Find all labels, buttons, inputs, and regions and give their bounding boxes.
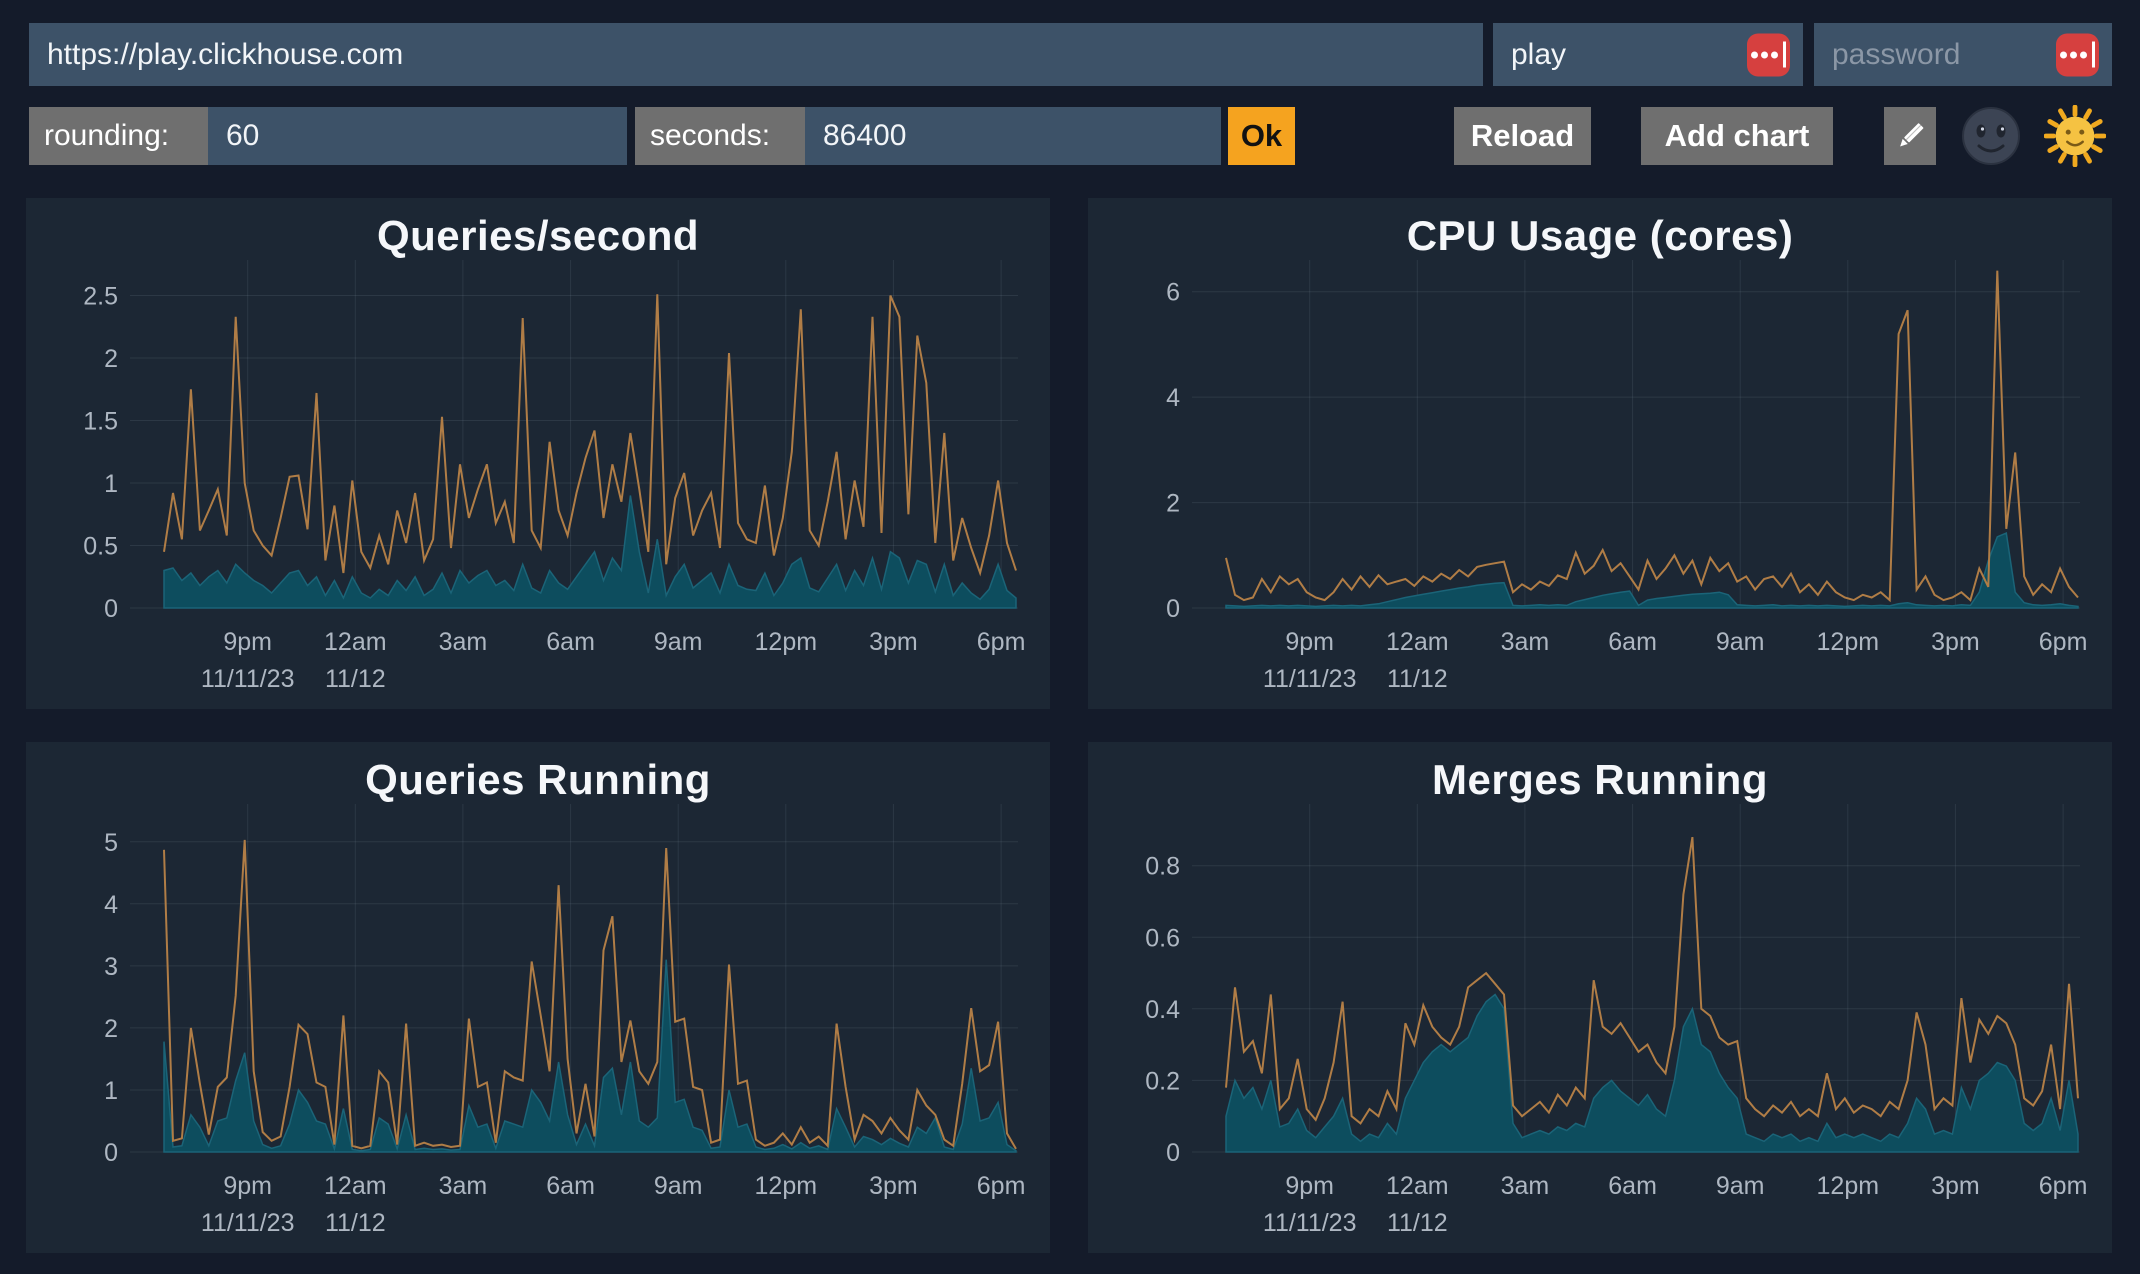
svg-text:12am: 12am bbox=[1386, 628, 1449, 656]
svg-text:6pm: 6pm bbox=[2039, 628, 2088, 656]
svg-text:9pm: 9pm bbox=[223, 1172, 272, 1200]
svg-text:3pm: 3pm bbox=[1931, 1172, 1980, 1200]
merges-running-chart[interactable]: 0 0.2 0.4 0.6 0.8 9pm 11/11/23 12am 11/12 3am 6am 9… bbox=[1088, 742, 2112, 1253]
cpu-usage-chart[interactable]: 0 2 4 6 9pm 11/11/23 12am 11/12 3am 6am 9am 12pm 3pm… bbox=[1088, 198, 2112, 709]
svg-text:6am: 6am bbox=[546, 628, 595, 656]
dot-icon bbox=[2080, 51, 2087, 58]
svg-text:9am: 9am bbox=[1716, 1172, 1765, 1200]
password-manager-autofill-icon[interactable] bbox=[1747, 33, 1790, 76]
svg-text:2: 2 bbox=[104, 1015, 118, 1043]
svg-text:3am: 3am bbox=[439, 628, 488, 656]
svg-text:6pm: 6pm bbox=[977, 1172, 1026, 1200]
user-field bbox=[1493, 23, 1803, 86]
svg-text:5: 5 bbox=[104, 829, 118, 857]
dot-icon bbox=[2060, 51, 2067, 58]
svg-text:0.2: 0.2 bbox=[1145, 1067, 1180, 1095]
svg-text:0.4: 0.4 bbox=[1145, 996, 1180, 1024]
svg-text:0: 0 bbox=[104, 1139, 118, 1167]
dot-icon bbox=[1751, 51, 1758, 58]
svg-text:11/11/23: 11/11/23 bbox=[201, 665, 295, 693]
light-theme-toggle[interactable] bbox=[2044, 105, 2106, 167]
svg-text:6pm: 6pm bbox=[2039, 1172, 2088, 1200]
dot-icon bbox=[2070, 51, 2077, 58]
svg-text:1.5: 1.5 bbox=[83, 408, 118, 436]
seconds-label: seconds: bbox=[635, 107, 805, 165]
sun-with-face-icon bbox=[2044, 105, 2106, 167]
chart-panel-cpu-usage: CPU Usage (cores) 02469pm11/11/2312am11/… bbox=[1088, 198, 2112, 709]
svg-text:3am: 3am bbox=[439, 1172, 488, 1200]
add-chart-button[interactable]: Add chart bbox=[1641, 107, 1833, 165]
svg-text:6pm: 6pm bbox=[977, 628, 1026, 656]
queries-per-second-chart[interactable]: 0 0.5 1 1.5 2 2.5 9pm 11/11/23 12am 11/12 3am 6am 9a… bbox=[26, 198, 1050, 709]
edit-dashboard-button[interactable] bbox=[1884, 107, 1936, 165]
svg-text:11/12: 11/12 bbox=[325, 665, 386, 693]
svg-text:0.8: 0.8 bbox=[1145, 853, 1180, 881]
reload-button[interactable]: Reload bbox=[1454, 107, 1591, 165]
queries-running-chart[interactable]: 0 1 2 3 4 5 9pm 11/11/23 12am 11/12 3am 6am 9am 12pm 3… bbox=[26, 742, 1050, 1253]
svg-text:3am: 3am bbox=[1501, 628, 1550, 656]
svg-text:0.6: 0.6 bbox=[1145, 924, 1180, 952]
chart-panel-queries-running: Queries Running 0123459pm11/11/2312am11/… bbox=[26, 742, 1050, 1253]
svg-text:1: 1 bbox=[104, 470, 118, 498]
svg-text:11/12: 11/12 bbox=[325, 1209, 386, 1237]
svg-text:12pm: 12pm bbox=[1817, 628, 1880, 656]
svg-text:9pm: 9pm bbox=[223, 628, 272, 656]
caret-icon bbox=[2092, 42, 2095, 68]
svg-text:3am: 3am bbox=[1501, 1172, 1550, 1200]
url-input[interactable] bbox=[29, 23, 1483, 86]
svg-text:9am: 9am bbox=[654, 628, 703, 656]
svg-text:6am: 6am bbox=[1608, 628, 1657, 656]
password-field bbox=[1814, 23, 2112, 86]
svg-text:0.5: 0.5 bbox=[83, 533, 118, 561]
chart-panel-merges-running: Merges Running 00.20.40.60.89pm11/11/231… bbox=[1088, 742, 2112, 1253]
dot-icon bbox=[1761, 51, 1768, 58]
pencil-icon bbox=[1892, 118, 1928, 154]
dark-theme-toggle[interactable] bbox=[1961, 106, 2021, 166]
svg-text:6: 6 bbox=[1166, 279, 1180, 307]
svg-text:1: 1 bbox=[104, 1077, 118, 1105]
url-field bbox=[29, 23, 1483, 86]
rounding-input[interactable] bbox=[208, 107, 627, 165]
svg-text:9pm: 9pm bbox=[1285, 1172, 1334, 1200]
svg-text:3: 3 bbox=[104, 953, 118, 981]
svg-text:0: 0 bbox=[1166, 1139, 1180, 1167]
svg-text:12pm: 12pm bbox=[1817, 1172, 1880, 1200]
svg-text:4: 4 bbox=[104, 891, 118, 919]
svg-text:11/11/23: 11/11/23 bbox=[201, 1209, 295, 1237]
svg-text:11/12: 11/12 bbox=[1387, 665, 1448, 693]
svg-text:9am: 9am bbox=[1716, 628, 1765, 656]
svg-text:12am: 12am bbox=[324, 1172, 387, 1200]
svg-text:2.5: 2.5 bbox=[83, 283, 118, 311]
svg-text:4: 4 bbox=[1166, 384, 1180, 412]
clickhouse-dashboard: { "toolbar": { "url": { "value": "https:… bbox=[0, 0, 2140, 1274]
svg-text:12am: 12am bbox=[1386, 1172, 1449, 1200]
svg-text:12pm: 12pm bbox=[755, 628, 818, 656]
svg-text:6am: 6am bbox=[1608, 1172, 1657, 1200]
svg-text:2: 2 bbox=[104, 345, 118, 373]
svg-text:12pm: 12pm bbox=[755, 1172, 818, 1200]
svg-text:12am: 12am bbox=[324, 628, 387, 656]
svg-text:3pm: 3pm bbox=[869, 628, 918, 656]
svg-text:9am: 9am bbox=[654, 1172, 703, 1200]
new-moon-face-icon bbox=[1961, 106, 2021, 166]
svg-text:9pm: 9pm bbox=[1285, 628, 1334, 656]
svg-text:3pm: 3pm bbox=[869, 1172, 918, 1200]
caret-icon bbox=[1783, 42, 1786, 68]
svg-text:6am: 6am bbox=[546, 1172, 595, 1200]
seconds-input[interactable] bbox=[805, 107, 1221, 165]
svg-text:0: 0 bbox=[104, 595, 118, 623]
svg-text:11/12: 11/12 bbox=[1387, 1209, 1448, 1237]
svg-text:0: 0 bbox=[1166, 595, 1180, 623]
chart-panel-queries-per-second: Queries/second 00.511.522.59pm11/11/2312… bbox=[26, 198, 1050, 709]
svg-text:11/11/23: 11/11/23 bbox=[1263, 1209, 1357, 1237]
svg-text:11/11/23: 11/11/23 bbox=[1263, 665, 1357, 693]
password-manager-autofill-icon[interactable] bbox=[2056, 33, 2099, 76]
svg-text:3pm: 3pm bbox=[1931, 628, 1980, 656]
dot-icon bbox=[1771, 51, 1778, 58]
ok-button[interactable]: Ok bbox=[1228, 107, 1295, 165]
rounding-label: rounding: bbox=[29, 107, 208, 165]
svg-text:2: 2 bbox=[1166, 490, 1180, 518]
